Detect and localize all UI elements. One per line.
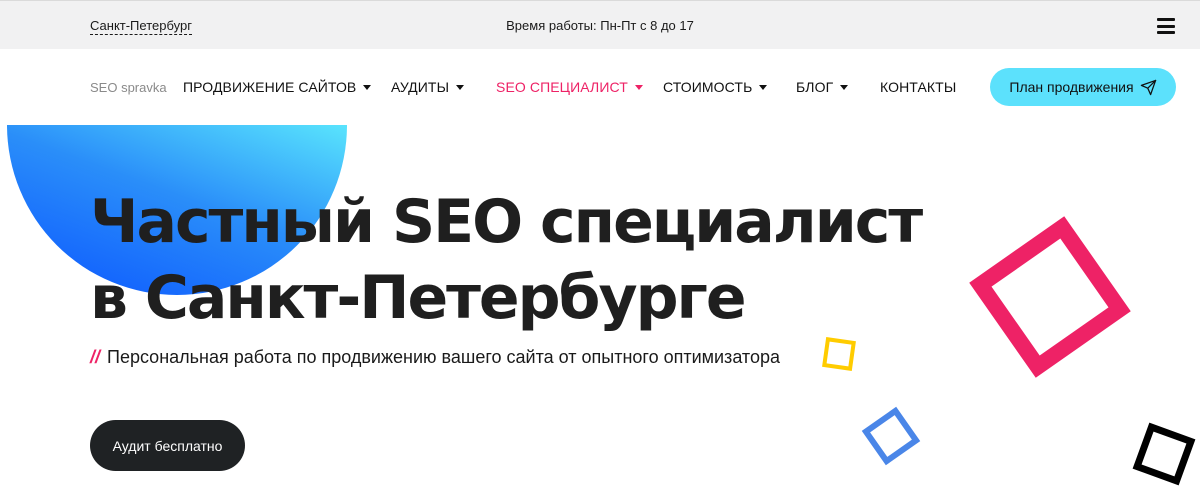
chevron-down-icon	[634, 85, 643, 90]
nav-item-label: SEO СПЕЦИАЛИСТ	[496, 79, 628, 95]
nav-item-label: СТОИМОСТЬ	[663, 79, 753, 95]
top-bar: Санкт-Петербург Время работы: Пн-Пт с 8 …	[0, 0, 1200, 49]
hero-subtitle: // Персональная работа по продвижению ваш…	[90, 347, 780, 368]
hero-title-line-2: в Санкт-Петербурге	[90, 263, 747, 333]
nav-item-label: БЛОГ	[796, 79, 834, 95]
nav-item-label: АУДИТЫ	[391, 79, 450, 95]
chevron-down-icon	[456, 85, 465, 90]
nav-item-label: ПРОДВИЖЕНИЕ САЙТОВ	[183, 79, 357, 95]
pink-square-decoration	[969, 216, 1131, 378]
paper-plane-icon	[1140, 79, 1156, 95]
chevron-down-icon	[840, 85, 849, 90]
subtitle-marker: //	[90, 347, 101, 367]
free-audit-button[interactable]: Аудит бесплатно	[90, 420, 245, 471]
chevron-down-icon	[363, 85, 372, 90]
city-selector[interactable]: Санкт-Петербург	[90, 18, 192, 35]
hero-subtitle-text: Персональная работа по продвижению вашег…	[107, 347, 781, 367]
yellow-square-decoration	[822, 337, 856, 371]
chevron-down-icon	[759, 85, 768, 90]
nav-item-blog[interactable]: БЛОГ	[796, 79, 849, 95]
black-square-decoration	[1132, 422, 1196, 486]
nav-item-promotion[interactable]: ПРОДВИЖЕНИЕ САЙТОВ	[183, 79, 372, 95]
site-logo[interactable]: SEO spravka	[90, 80, 167, 95]
hamburger-icon[interactable]	[1157, 18, 1175, 34]
nav-item-seo-specialist[interactable]: SEO СПЕЦИАЛИСТ	[496, 79, 643, 95]
main-nav: SEO spravka ПРОДВИЖЕНИЕ САЙТОВ АУДИТЫ SE…	[0, 49, 1200, 125]
promotion-plan-button[interactable]: План продвижения	[990, 68, 1176, 106]
cta-label: План продвижения	[1009, 79, 1134, 95]
hero-title-line-1: Частный SEO специалист	[90, 187, 923, 257]
hero-title: Частный SEO специалист в Санкт-Петербург…	[90, 184, 990, 336]
nav-item-label: КОНТАКТЫ	[880, 79, 957, 95]
nav-item-audits[interactable]: АУДИТЫ	[391, 79, 465, 95]
nav-item-pricing[interactable]: СТОИМОСТЬ	[663, 79, 768, 95]
blue-square-decoration	[861, 406, 921, 466]
nav-item-contacts[interactable]: КОНТАКТЫ	[880, 79, 956, 95]
